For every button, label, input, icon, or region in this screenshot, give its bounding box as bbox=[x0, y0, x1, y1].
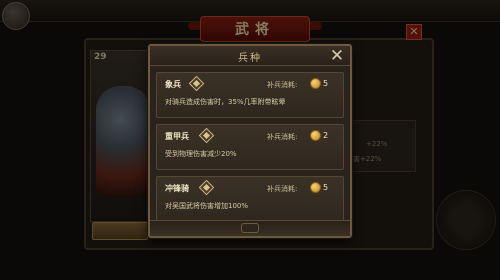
replenish-cost-value: 2 bbox=[323, 131, 329, 140]
troop-type-dialog: 兵种 ✕ 象兵 补兵消耗: 5 对骑兵造成伤害时，35%几率附带眩晕 重甲兵 补… bbox=[148, 44, 352, 238]
gem-icon bbox=[198, 127, 215, 144]
replenish-cost-label: 补兵消耗: bbox=[267, 81, 298, 89]
coin-icon bbox=[310, 182, 321, 193]
gem-icon bbox=[188, 75, 205, 92]
troop-card-heavy-armor: 重甲兵 补兵消耗: 2 受到物理伤害减少20% bbox=[156, 124, 344, 170]
dialog-header: 兵种 ✕ bbox=[150, 46, 350, 66]
troop-description: 受到物理伤害减少20% bbox=[165, 150, 237, 158]
troop-name: 重甲兵 bbox=[165, 132, 189, 141]
dialog-footer bbox=[150, 220, 350, 236]
troop-card-elephant: 象兵 补兵消耗: 5 对骑兵造成伤害时，35%几率附带眩晕 bbox=[156, 72, 344, 118]
replenish-cost-value: 5 bbox=[323, 183, 329, 192]
troop-name: 象兵 bbox=[165, 80, 181, 89]
troop-description: 对骑兵造成伤害时，35%几率附带眩晕 bbox=[165, 98, 286, 106]
close-icon[interactable]: ✕ bbox=[328, 47, 346, 65]
troop-name: 冲锋骑 bbox=[165, 184, 189, 193]
troop-card-charge-cavalry: 冲锋骑 补兵消耗: 5 对吴国武将伤害增加100% bbox=[156, 176, 344, 222]
coin-icon bbox=[310, 78, 321, 89]
replenish-cost-value: 5 bbox=[323, 79, 329, 88]
footer-ornament bbox=[241, 223, 259, 233]
replenish-cost-label: 补兵消耗: bbox=[267, 133, 298, 141]
dialog-title: 兵种 bbox=[238, 53, 262, 64]
coin-icon bbox=[310, 130, 321, 141]
replenish-cost-label: 补兵消耗: bbox=[267, 185, 298, 193]
troop-description: 对吴国武将伤害增加100% bbox=[165, 202, 249, 210]
gem-icon bbox=[198, 179, 215, 196]
